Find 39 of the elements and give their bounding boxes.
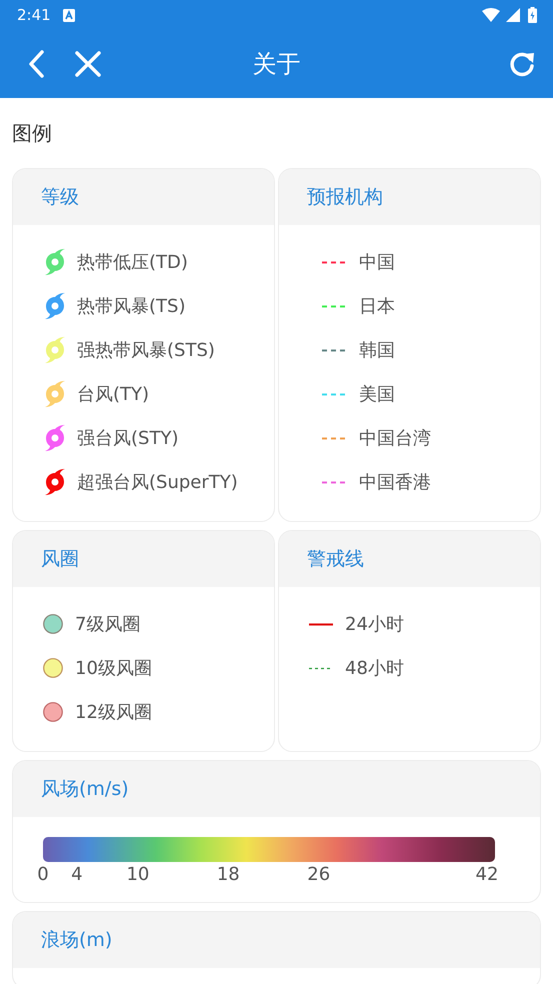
section-title: 图例 [12, 120, 52, 146]
chevron-left-icon [27, 50, 45, 78]
battery-icon [528, 7, 537, 23]
legend-label: 强台风(STY) [77, 427, 178, 450]
legend-label: 12级风圈 [75, 701, 152, 724]
legend-label: 48小时 [345, 657, 404, 680]
legend-label: 台风(TY) [77, 383, 150, 406]
legend-label: 热带低压(TD) [77, 251, 188, 274]
status-time: 2:41 [17, 6, 51, 24]
card-title: 警戒线 [307, 547, 364, 572]
scale-tick-label: 18 [216, 864, 240, 885]
refresh-icon [508, 50, 536, 78]
legend-label: 热带风暴(TS) [77, 295, 186, 318]
scale-tick-label: 10 [126, 864, 150, 885]
close-icon [74, 50, 102, 78]
legend-label: 10级风圈 [75, 657, 152, 680]
scale-tick-label: 26 [307, 864, 330, 885]
legend-label: 7级风圈 [75, 613, 140, 636]
legend-label: 中国 [359, 251, 395, 274]
wifi-icon [482, 8, 500, 22]
scale-tick-label: 0 [37, 864, 49, 885]
card-title: 等级 [41, 185, 79, 210]
legend-label: 24小时 [345, 613, 404, 636]
legend-label: 强热带风暴(STS) [77, 339, 215, 362]
legend-label: 韩国 [359, 339, 395, 362]
scale-tick-label: 42 [476, 864, 498, 885]
card-title: 风圈 [41, 547, 79, 572]
legend-label: 中国香港 [359, 471, 431, 494]
legend-label: 中国台湾 [359, 427, 431, 450]
scale-tick-label: 4 [71, 864, 83, 885]
card-title: 浪场(m) [41, 928, 112, 953]
page-title: 关于 [252, 50, 300, 78]
notification-icon [62, 8, 75, 22]
legend-label: 美国 [359, 383, 395, 406]
legend-label: 超强台风(SuperTY) [77, 471, 238, 494]
card-title: 风场(m/s) [41, 777, 129, 802]
card-title: 预报机构 [307, 185, 383, 210]
legend-label: 日本 [359, 295, 395, 318]
signal-icon [506, 8, 520, 22]
